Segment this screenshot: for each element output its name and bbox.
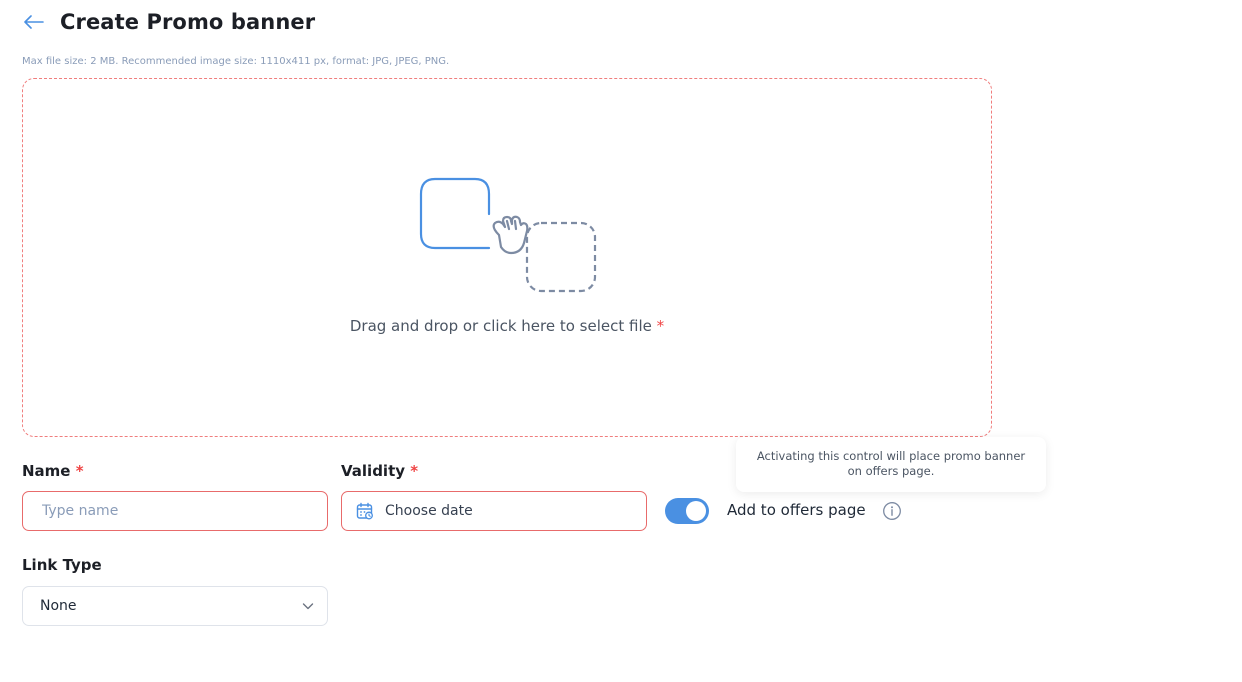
validity-label-text: Validity [341, 462, 406, 480]
name-field[interactable] [22, 491, 328, 531]
link-type-select[interactable]: None [22, 586, 328, 626]
validity-label: Validity * [341, 462, 418, 480]
toggle-knob [686, 501, 706, 521]
offers-tooltip: Activating this control will place promo… [736, 437, 1046, 492]
dropzone-prompt: Drag and drop or click here to select fi… [23, 317, 991, 335]
link-type-label: Link Type [22, 556, 102, 574]
file-dropzone[interactable]: Drag and drop or click here to select fi… [22, 78, 992, 437]
info-icon[interactable] [882, 501, 902, 521]
required-mark: * [410, 462, 419, 480]
validity-value: Choose date [385, 503, 473, 519]
page-header: Create Promo banner [22, 6, 315, 38]
chevron-down-icon [302, 603, 314, 610]
back-button[interactable] [22, 10, 46, 34]
add-to-offers-toggle[interactable] [665, 498, 709, 524]
arrow-left-icon [24, 15, 44, 29]
validity-date-picker[interactable]: Choose date [341, 491, 647, 531]
name-label-text: Name [22, 462, 71, 480]
required-mark: * [656, 317, 665, 335]
add-to-offers-label: Add to offers page [727, 501, 866, 519]
dropzone-prompt-text: Drag and drop or click here to select fi… [349, 317, 652, 335]
required-mark: * [75, 462, 84, 480]
link-type-value: None [40, 598, 77, 614]
calendar-icon [356, 502, 373, 520]
name-label: Name * [22, 462, 84, 480]
upload-hint: Max file size: 2 MB. Recommended image s… [22, 56, 450, 67]
drag-and-drop-hand-icon [419, 177, 597, 293]
page-title: Create Promo banner [60, 10, 316, 34]
name-input[interactable] [40, 502, 314, 520]
